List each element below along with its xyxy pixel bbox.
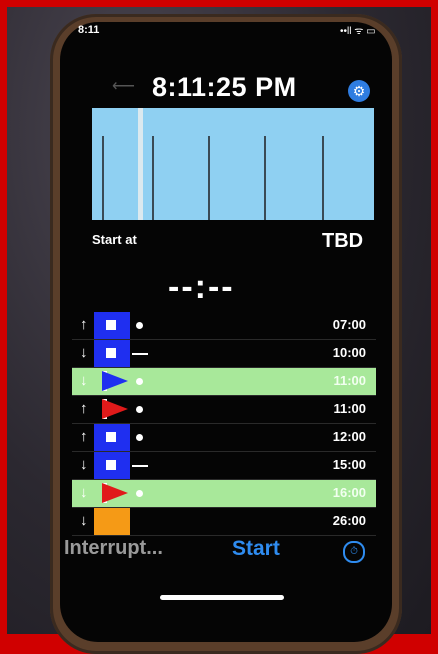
sky-preview bbox=[92, 108, 374, 220]
sky-bar bbox=[208, 136, 210, 220]
settings-icon[interactable]: ⚙ bbox=[348, 80, 370, 102]
home-indicator bbox=[160, 595, 284, 600]
sequence-time: 11:00 bbox=[333, 401, 366, 416]
sequence-row: ↑ 12:00 bbox=[72, 424, 376, 452]
sequence-time: 11:00 bbox=[333, 373, 366, 388]
timer-icon[interactable]: ⏱ bbox=[343, 541, 365, 563]
back-icon[interactable]: ⟵ bbox=[112, 76, 135, 96]
sky-bar bbox=[138, 108, 143, 220]
status-indicators: ••ll ᯤ ▭ bbox=[340, 26, 376, 37]
flag-icon bbox=[94, 396, 130, 423]
flag-icon bbox=[94, 452, 130, 479]
sequence-time: 07:00 bbox=[332, 317, 366, 332]
interrupt-button[interactable]: Interrupt... bbox=[64, 537, 163, 560]
arrow-down-icon: ↓ bbox=[80, 344, 88, 361]
sequence-row: ↓ 10:00 bbox=[72, 340, 376, 368]
countdown: --:-- bbox=[168, 268, 235, 306]
arrow-down-icon: ↓ bbox=[80, 456, 88, 473]
arrow-up-icon: ↑ bbox=[80, 400, 88, 417]
sequence-row: ↓ 15:00 bbox=[72, 452, 376, 480]
flag-icon bbox=[94, 424, 130, 451]
sky-bar bbox=[264, 136, 266, 220]
flag-icon bbox=[94, 480, 130, 507]
start-button[interactable]: Start bbox=[232, 537, 280, 561]
sequence-time: 26:00 bbox=[332, 513, 366, 528]
flag-icon bbox=[94, 368, 130, 395]
arrow-down-icon: ↓ bbox=[80, 484, 88, 501]
sequence-list: ↑ 07:00 ↓ 10:00 ↓ 11:00 ↑ 11:00 ↑ 12:00 ↓ 15:00 ↓ 16:… bbox=[72, 312, 376, 536]
sequence-time: 16:00 bbox=[332, 485, 366, 500]
sky-bar bbox=[322, 136, 324, 220]
sequence-time: 15:00 bbox=[332, 457, 366, 472]
mark-dot bbox=[136, 490, 143, 497]
arrow-up-icon: ↑ bbox=[80, 428, 88, 445]
mark-dot bbox=[136, 322, 143, 329]
status-time: 8:11 bbox=[78, 24, 100, 36]
mark-dot bbox=[136, 406, 143, 413]
mark-line bbox=[132, 465, 148, 467]
sequence-time: 12:00 bbox=[332, 429, 366, 444]
sky-bar bbox=[152, 136, 154, 220]
current-time: 8:11:25 PM bbox=[152, 72, 297, 102]
sequence-row: ↓ 11:00 bbox=[72, 368, 376, 396]
mark-dot bbox=[136, 434, 143, 441]
sequence-row: ↓ 16:00 bbox=[72, 480, 376, 508]
flag-icon bbox=[94, 312, 130, 339]
sequence-time: 10:00 bbox=[332, 345, 366, 360]
start-at-label: Start at bbox=[92, 232, 137, 247]
flag-icon bbox=[94, 508, 130, 535]
arrow-down-icon: ↓ bbox=[80, 372, 88, 389]
sequence-row: ↑ 11:00 bbox=[72, 396, 376, 424]
mark-line bbox=[132, 353, 148, 355]
sky-bar bbox=[102, 136, 104, 220]
mark-dot bbox=[136, 378, 143, 385]
sequence-row: ↓ 26:00 bbox=[72, 508, 376, 536]
arrow-down-icon: ↓ bbox=[80, 512, 88, 529]
start-at-value: TBD bbox=[322, 230, 364, 252]
sequence-row: ↑ 07:00 bbox=[72, 312, 376, 340]
arrow-up-icon: ↑ bbox=[80, 316, 88, 333]
flag-icon bbox=[94, 340, 130, 367]
